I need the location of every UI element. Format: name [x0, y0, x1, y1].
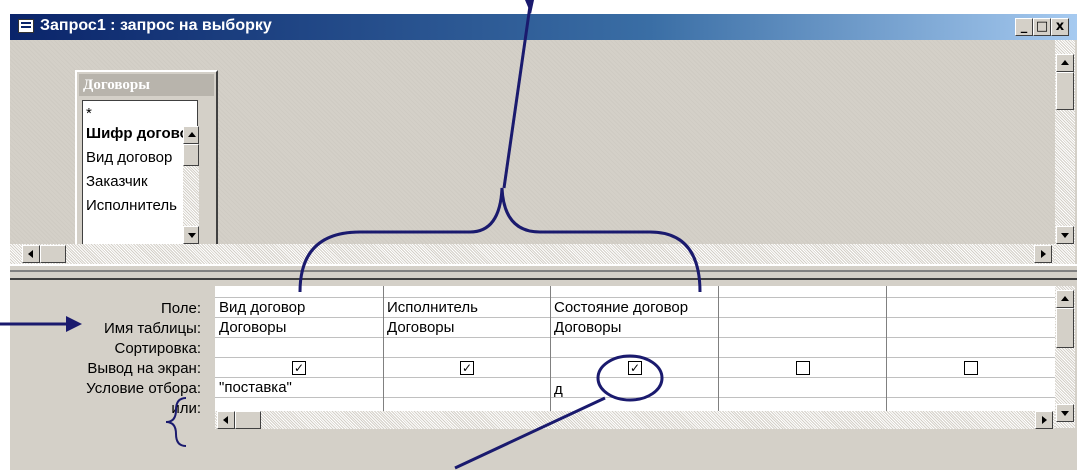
highlight-ellipse	[596, 354, 664, 402]
pointer-line-down	[454, 396, 606, 470]
pointer-line-up	[502, 5, 532, 189]
field-group-brace	[298, 187, 702, 293]
arrowhead-right	[66, 316, 82, 332]
or-row-brace	[165, 397, 187, 447]
annotation-overlay	[0, 0, 702, 470]
